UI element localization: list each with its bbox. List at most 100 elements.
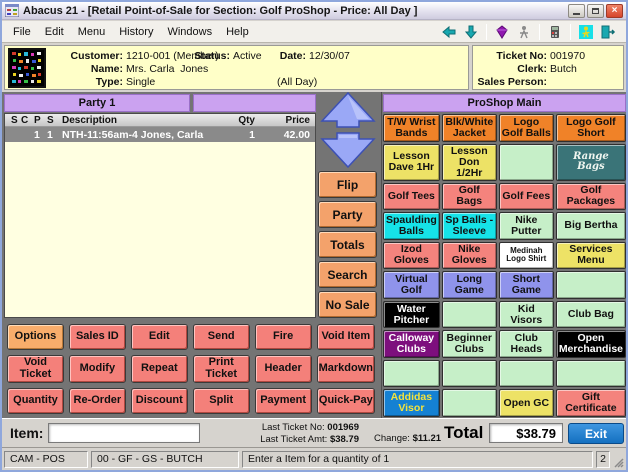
action-button-split[interactable]: Split <box>193 388 250 414</box>
product-button-golf-tees[interactable]: Golf Tees <box>383 183 440 211</box>
gem-icon[interactable] <box>492 23 512 41</box>
action-button-header[interactable]: Header <box>255 355 312 382</box>
action-button-modify[interactable]: Modify <box>69 355 126 382</box>
action-button-discount[interactable]: Discount <box>131 388 188 414</box>
product-button-gift-certificate[interactable]: Gift Certificate <box>556 389 626 417</box>
product-button-virtual-golf[interactable]: Virtual Golf <box>383 271 440 299</box>
item-input[interactable] <box>48 423 200 443</box>
menu-history[interactable]: History <box>112 23 160 41</box>
product-button-golf-fees[interactable]: Golf Fees <box>499 183 554 211</box>
action-button-edit[interactable]: Edit <box>131 324 188 350</box>
product-button-services-menu[interactable]: Services Menu <box>556 242 626 270</box>
action-button-send[interactable]: Send <box>193 324 250 350</box>
product-button-grid: T/W Wrist BandsBlk/White JacketLogo Golf… <box>383 114 626 417</box>
product-button-spaulding-balls[interactable]: Spaulding Balls <box>383 212 440 240</box>
product-button-short-game[interactable]: Short Game <box>499 271 554 299</box>
side-button-search[interactable]: Search <box>318 261 377 288</box>
exit-button[interactable]: Exit <box>568 423 624 444</box>
product-button-big-bertha[interactable]: Big Bertha <box>556 212 626 240</box>
product-button-long-game[interactable]: Long Game <box>442 271 497 299</box>
product-button-golf-bags[interactable]: Golf Bags <box>442 183 497 211</box>
side-button-party[interactable]: Party <box>318 201 377 228</box>
action-button-quick-pay[interactable]: Quick-Pay <box>317 388 375 414</box>
toolbar <box>439 23 622 41</box>
status-session: 00 - GF - GS - BUTCH <box>91 451 239 468</box>
product-button-blank[interactable] <box>442 301 497 329</box>
side-button-no-sale[interactable]: No Sale <box>318 291 377 318</box>
side-button-totals[interactable]: Totals <box>318 231 377 258</box>
product-button-golf-packages[interactable]: Golf Packages <box>556 183 626 211</box>
action-button-repeat[interactable]: Repeat <box>131 355 188 382</box>
product-button-range-bags[interactable]: Range Bags <box>556 144 626 181</box>
product-button-medinah-logo-shirt[interactable]: Medinah Logo Shirt <box>499 242 554 270</box>
status-page: 2 <box>596 451 610 468</box>
action-button-quantity[interactable]: Quantity <box>7 388 64 414</box>
action-button-fire[interactable]: Fire <box>255 324 312 350</box>
type-value: Single <box>126 76 155 88</box>
menu-windows[interactable]: Windows <box>160 23 219 41</box>
product-button-water-pitcher[interactable]: Water Pitcher <box>383 301 440 329</box>
product-button-blk-white-jacket[interactable]: Blk/White Jacket <box>442 114 497 142</box>
side-button-flip[interactable]: Flip <box>318 171 377 198</box>
product-button-blank[interactable] <box>499 360 554 388</box>
product-button-blank[interactable] <box>556 271 626 299</box>
action-button-void-item[interactable]: Void Item <box>317 324 375 350</box>
close-button[interactable]: × <box>606 4 623 18</box>
column-header-description-4: Description <box>60 115 221 126</box>
product-button-calloway-clubs[interactable]: Calloway Clubs <box>383 330 440 358</box>
product-button-blank[interactable] <box>499 144 554 181</box>
product-button-nike-gloves[interactable]: Nike Gloves <box>442 242 497 270</box>
total-value-box: $38.79 <box>489 423 563 443</box>
restore-button[interactable] <box>587 4 604 18</box>
product-button-addidas-visor[interactable]: Addidas Visor <box>383 389 440 417</box>
menu-edit[interactable]: Edit <box>38 23 71 41</box>
product-button-open-gc[interactable]: Open GC <box>499 389 554 417</box>
product-button-club-bag[interactable]: Club Bag <box>556 301 626 329</box>
product-button-beginner-clubs[interactable]: Beginner Clubs <box>442 330 497 358</box>
column-header-price-6: Price <box>261 115 315 126</box>
exit-door-icon[interactable] <box>598 23 618 41</box>
action-button-re-order[interactable]: Re-Order <box>69 388 126 414</box>
tab-party-2[interactable] <box>193 94 316 112</box>
product-button-t-w-wrist-bands[interactable]: T/W Wrist Bands <box>383 114 440 142</box>
product-button-blank[interactable] <box>442 389 497 417</box>
resize-grip[interactable] <box>613 451 624 468</box>
scroll-down-arrow[interactable] <box>322 133 374 167</box>
calculator-icon[interactable] <box>545 23 565 41</box>
action-button-payment[interactable]: Payment <box>255 388 312 414</box>
scroll-arrows <box>318 92 378 168</box>
product-button-open-merchandise[interactable]: Open Merchandise <box>556 330 626 358</box>
clerk-figure-icon[interactable] <box>514 23 534 41</box>
product-button-logo-golf-short[interactable]: Logo Golf Short <box>556 114 626 142</box>
menu-file[interactable]: File <box>6 23 38 41</box>
nav-back-icon[interactable] <box>439 23 459 41</box>
product-button-lesson-don-1-2hr[interactable]: Lesson Don 1/2Hr <box>442 144 497 181</box>
tab-party-1[interactable]: Party 1 <box>4 94 190 112</box>
action-button-markdown[interactable]: Markdown <box>317 355 375 382</box>
action-button-void-ticket[interactable]: Void Ticket <box>7 355 64 382</box>
customer-info-band: Customer: 1210-001 (Member) Status: Acti… <box>2 43 626 92</box>
item-bar: Item: Last Ticket No: 001969 Last Ticket… <box>2 418 626 447</box>
product-button-lesson-dave-1hr[interactable]: Lesson Dave 1Hr <box>383 144 440 181</box>
nav-down-icon[interactable] <box>461 23 481 41</box>
product-button-kid-visors[interactable]: Kid Visors <box>499 301 554 329</box>
product-button-blank[interactable] <box>383 360 440 388</box>
cashier-run-icon[interactable] <box>576 23 596 41</box>
toolbar-separator <box>570 24 571 40</box>
action-button-print-ticket[interactable]: Print Ticket <box>193 355 250 382</box>
ticket-no-label: Ticket No: <box>475 50 547 62</box>
product-button-blank[interactable] <box>556 360 626 388</box>
product-button-blank[interactable] <box>442 360 497 388</box>
action-button-sales-id[interactable]: Sales ID <box>69 324 126 350</box>
product-button-club-heads[interactable]: Club Heads <box>499 330 554 358</box>
action-button-options[interactable]: Options <box>7 324 64 350</box>
menu-menu[interactable]: Menu <box>71 23 113 41</box>
product-button-nike-putter[interactable]: Nike Putter <box>499 212 554 240</box>
product-button-izod-gloves[interactable]: Izod Gloves <box>383 242 440 270</box>
table-row[interactable]: 11NTH-11:56am-4 Jones, Carla142.00 <box>5 127 315 142</box>
menu-help[interactable]: Help <box>219 23 256 41</box>
scroll-up-arrow[interactable] <box>322 93 374 127</box>
minimize-button[interactable] <box>568 4 585 18</box>
product-button-sp-balls-sleeve[interactable]: Sp Balls - Sleeve <box>442 212 497 240</box>
product-button-logo-golf-balls[interactable]: Logo Golf Balls <box>499 114 554 142</box>
